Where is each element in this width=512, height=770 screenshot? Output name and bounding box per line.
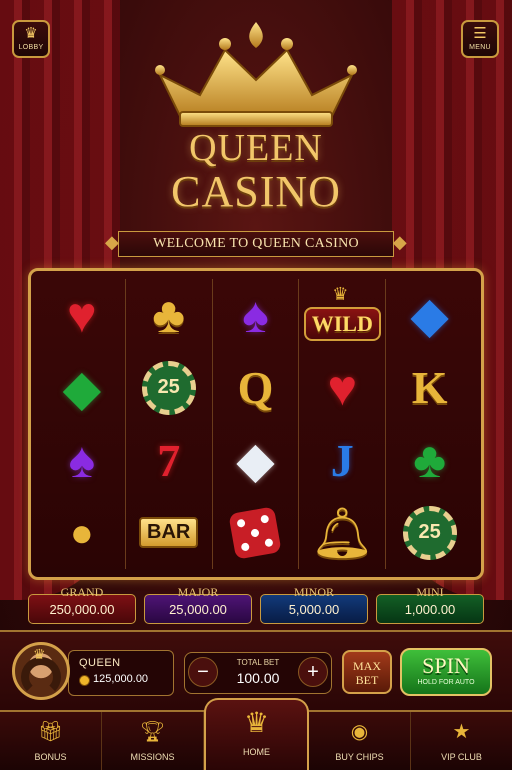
spin-label: SPIN: [422, 653, 470, 678]
title-queen: QUEEN: [189, 127, 323, 169]
crown-icon: ♛: [243, 707, 270, 738]
hamburger-icon: ☰: [473, 25, 487, 42]
coin-icon: [79, 675, 90, 686]
player-name: QUEEN: [79, 657, 121, 669]
queen-symbol: Q: [237, 362, 274, 414]
lobby-label: LOBBY: [18, 44, 44, 51]
purple-spade-gem-icon: ♠: [68, 432, 96, 489]
reel-4: ♛ WILD ♥ J 🔔︎: [299, 279, 387, 569]
reels: ♥ ◆ ♠ ● ♣ 25 7 BAR ♠ Q ◆ ♛ WILD ♥ J 🔔︎ ◆…: [39, 279, 473, 569]
title-casino: CASINO: [171, 167, 341, 216]
heart-gem-icon: ♥: [327, 359, 358, 416]
jackpot-minor: MINOR 5,000.00: [260, 585, 368, 624]
bar-symbol: BAR: [138, 502, 200, 564]
wild-crown-icon: ♛: [332, 284, 349, 305]
bell-icon: 🔔︎: [310, 504, 375, 561]
nav-bonus[interactable]: 🎁︎ BONUS: [0, 712, 102, 770]
seven-symbol: 7: [157, 434, 181, 486]
chip-25-icon: 25: [138, 357, 200, 419]
king-symbol: K: [411, 362, 448, 414]
slot-machine: ♥ ◆ ♠ ● ♣ 25 7 BAR ♠ Q ◆ ♛ WILD ♥ J 🔔︎ ◆…: [28, 268, 484, 580]
crown-icon: ♛: [24, 25, 38, 42]
nav-home[interactable]: ♛ HOME: [204, 698, 309, 770]
jackpot-bar: GRAND 250,000.00 MAJOR 25,000.00 MINOR 5…: [28, 585, 484, 624]
avatar[interactable]: ♛: [12, 642, 70, 700]
spin-button[interactable]: SPIN HOLD FOR AUTO: [400, 648, 492, 696]
lobby-button[interactable]: ♛ LOBBY: [12, 20, 50, 58]
jack-symbol: J: [330, 434, 354, 486]
chip-25-icon: 25: [399, 502, 461, 564]
dice-icon: [224, 502, 286, 564]
nav-vip-club[interactable]: ★ VIP CLUB: [411, 712, 512, 770]
nav-buy-chips[interactable]: ◉ BUY CHIPS: [309, 712, 411, 770]
menu-label: MENU: [469, 44, 491, 51]
welcome-banner: WELCOME TO QUEEN CASINO: [105, 231, 407, 257]
reel-2: ♣ 25 7 BAR: [126, 279, 213, 569]
star-icon: ★: [452, 721, 471, 743]
bottom-nav: 🎁︎ BONUS 🏆︎ MISSIONS ♛ HOME ◉ BUY CHIPS …: [0, 698, 512, 770]
trophy-icon: 🏆︎: [139, 721, 166, 743]
gift-icon: 🎁︎: [37, 721, 64, 743]
purple-spade-gem-icon: ♠: [242, 287, 269, 344]
reel-1: ♥ ◆ ♠ ●: [39, 279, 126, 569]
chip-icon: ◉: [350, 721, 369, 743]
coin-stack-icon: ●: [69, 510, 94, 556]
tiara-icon: ♛: [33, 648, 46, 663]
heart-gem-icon: ♥: [67, 287, 97, 344]
blue-diamond-gem-icon: ◆: [410, 287, 449, 344]
jackpot-grand: GRAND 250,000.00: [28, 585, 136, 624]
menu-button[interactable]: ☰ MENU: [461, 20, 499, 58]
reel-5: ◆ K ♣ 25: [386, 279, 473, 569]
player-balance: 125,000.00: [93, 673, 149, 685]
nav-missions[interactable]: 🏆︎ MISSIONS: [102, 712, 204, 770]
gold-club-icon: ♣: [152, 287, 186, 344]
wild-symbol: ♛ WILD: [303, 284, 381, 346]
green-club-icon: ♣: [413, 432, 446, 489]
white-diamond-icon: ◆: [236, 432, 275, 489]
reel-3: ♠ Q ◆: [213, 279, 300, 569]
total-bet-control: − TOTAL BET 100.00 +: [184, 652, 332, 694]
jackpot-major: MAJOR 25,000.00: [144, 585, 252, 624]
jackpot-mini: MINI 1,000.00: [376, 585, 484, 624]
spin-sublabel: HOLD FOR AUTO: [417, 679, 475, 686]
increase-bet-button[interactable]: +: [298, 657, 328, 687]
crown-logo-icon: [155, 22, 357, 127]
player-info[interactable]: QUEEN 125,000.00: [68, 650, 174, 696]
green-diamond-gem-icon: ◆: [62, 359, 102, 416]
max-bet-button[interactable]: MAX BET: [342, 650, 392, 694]
